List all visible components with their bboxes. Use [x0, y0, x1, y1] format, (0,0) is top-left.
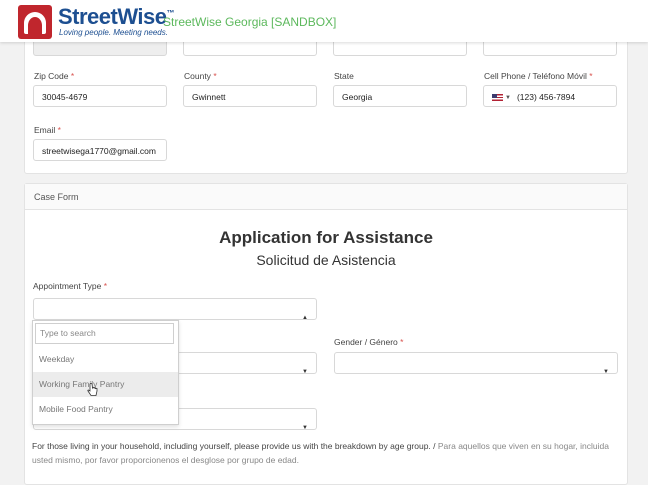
gender-label: Gender / Género * — [334, 337, 404, 347]
app-header: StreetWise™ Loving people. Meeting needs… — [0, 0, 648, 42]
chevron-down-icon[interactable]: ▼ — [505, 95, 511, 101]
chevron-down-icon: ▼ — [603, 369, 609, 374]
county-input[interactable]: Gwinnett — [183, 85, 317, 107]
email-label: Email * — [34, 125, 61, 135]
state-input[interactable]: Georgia — [333, 85, 467, 107]
chevron-up-icon: ▲ — [302, 315, 308, 320]
environment-label: StreetWise Georgia [SANDBOX] — [163, 15, 337, 29]
brand-tagline: Loving people. Meeting needs. — [59, 28, 168, 37]
phone-input[interactable]: ▼ (123) 456-7894 — [483, 85, 617, 107]
household-help-text: For those living in your household, incl… — [32, 441, 609, 465]
chevron-down-icon: ▼ — [302, 425, 308, 430]
phone-label: Cell Phone / Teléfono Móvil * — [484, 71, 593, 81]
hand-cursor-icon — [87, 383, 98, 396]
gender-select[interactable]: ▼ — [334, 352, 618, 374]
email-input[interactable]: streetwisega1770@gmail.com — [33, 139, 167, 161]
state-label: State — [334, 71, 354, 81]
option-mobile-food-pantry[interactable]: Mobile Food Pantry — [33, 397, 178, 422]
zip-input[interactable]: 30045-4679 — [33, 85, 167, 107]
chevron-down-icon: ▼ — [302, 369, 308, 374]
county-label: County * — [184, 71, 217, 81]
option-working-family-pantry[interactable]: Working Family Pantry — [33, 372, 178, 397]
case-form-header: Case Form — [25, 184, 627, 210]
option-weekday[interactable]: Weekday — [33, 347, 178, 372]
dropdown-search-input[interactable]: Type to search — [35, 323, 174, 344]
contact-info-card: Zip Code * 30045-4679 County * Gwinnett … — [24, 20, 628, 174]
brand-name[interactable]: StreetWise™ — [58, 4, 174, 30]
form-subtitle: Solicitud de Asistencia — [256, 252, 396, 268]
zip-label: Zip Code * — [34, 71, 75, 81]
appointment-type-dropdown: Type to search Weekday Working Family Pa… — [32, 320, 179, 425]
streetwise-logo-icon[interactable] — [18, 5, 52, 39]
appointment-type-label: Appointment Type * — [33, 281, 108, 291]
appointment-type-select[interactable]: ▲ — [33, 298, 317, 320]
form-title: Application for Assistance — [219, 228, 433, 247]
us-flag-icon[interactable] — [492, 94, 503, 102]
